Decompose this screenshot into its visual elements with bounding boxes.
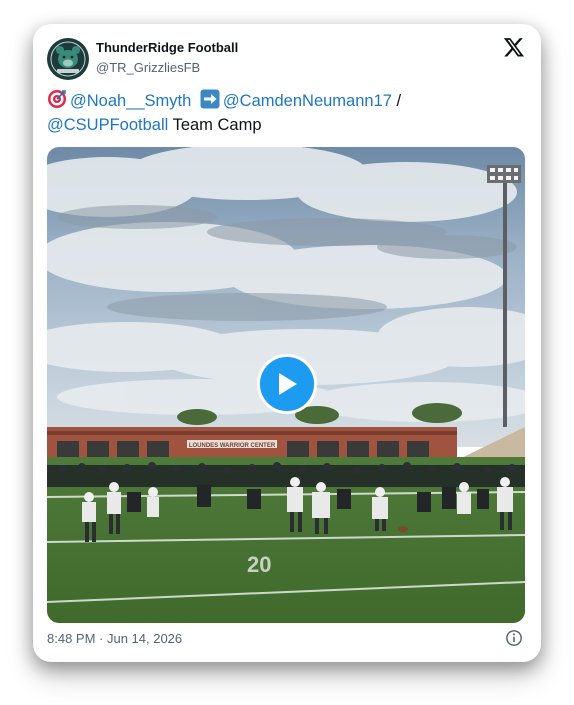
- play-button[interactable]: [257, 354, 317, 414]
- tweet-text: @Noah__Smyth @CamdenNeumann17 / @CSUPFoo…: [47, 89, 517, 137]
- play-icon: [279, 373, 297, 395]
- right-arrow-emoji-icon: [200, 89, 220, 109]
- building-sign: LOUNDES WARRIOR CENTER: [189, 443, 276, 449]
- info-icon[interactable]: [505, 629, 523, 647]
- x-logo-icon[interactable]: [503, 36, 525, 58]
- mention-csup-football[interactable]: @CSUPFootball: [47, 116, 168, 134]
- video-media[interactable]: LOUNDES WARRIOR CENTER 20: [47, 147, 525, 623]
- field-yard-number: 20: [247, 552, 271, 577]
- mention-camden-neumann[interactable]: @CamdenNeumann17: [223, 92, 392, 110]
- text-tail: Team Camp: [168, 116, 262, 134]
- target-emoji-icon: [48, 90, 66, 108]
- author-handle[interactable]: @TR_GrizzliesFB: [96, 60, 200, 75]
- tweet-timestamp[interactable]: 8:48 PM · Jun 14, 2026: [47, 631, 182, 646]
- author-avatar[interactable]: [47, 38, 89, 80]
- author-name[interactable]: ThunderRidge Football: [96, 40, 238, 55]
- mention-noah-smyth[interactable]: @Noah__Smyth: [70, 92, 191, 110]
- grizzly-logo-icon: [48, 39, 88, 79]
- tweet-card: ThunderRidge Football @TR_GrizzliesFB @N…: [33, 24, 541, 662]
- text-separator: /: [391, 92, 402, 110]
